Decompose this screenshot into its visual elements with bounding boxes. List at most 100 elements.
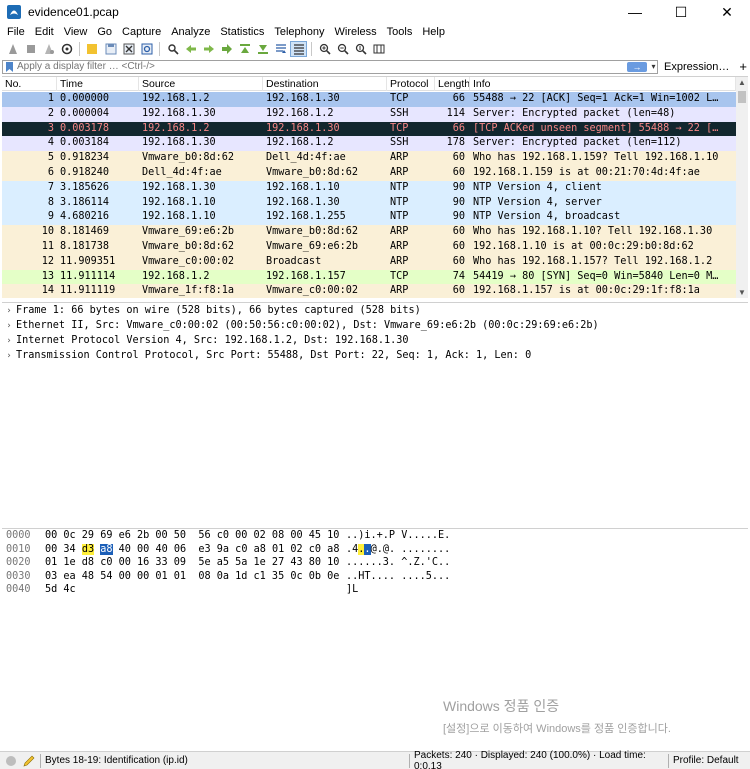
byte-group[interactable]: ]L <box>346 584 358 595</box>
expand-arrow-icon[interactable]: › <box>2 306 16 316</box>
expert-info-icon[interactable] <box>4 754 18 768</box>
menu-view[interactable]: View <box>59 26 93 38</box>
packet-row[interactable]: 1 0.000000 192.168.1.2 192.168.1.30 TCP 66 554… <box>2 92 736 107</box>
scroll-up-icon[interactable]: ▲ <box>736 77 748 89</box>
packet-row[interactable]: 2 0.000004 192.168.1.30 192.168.1.2 SSH 114 Se… <box>2 106 736 122</box>
apply-filter-button[interactable]: → <box>627 61 647 72</box>
last-packet-icon[interactable] <box>254 41 271 57</box>
packet-row[interactable]: 11 8.181738 Vmware_b0:8d:62 Vmware_69:e6:2b… <box>2 239 736 255</box>
byte-group[interactable]: 40 00 40 06 e3 9a c0 a8 01 02 c0 a8 <box>113 544 340 555</box>
byte-group[interactable]: 00 34 <box>45 544 82 555</box>
byte-group[interactable]: ......3. ^.Z.'C.. <box>346 557 450 568</box>
packet-row[interactable]: 7 3.185626 192.168.1.30 192.168.1.10 NTP 90 NT… <box>2 180 736 196</box>
byte-group[interactable]: 5d 4c <box>45 584 76 595</box>
column-header-info[interactable]: Info <box>470 77 736 91</box>
display-filter-field[interactable]: → ▾ <box>2 59 658 74</box>
packet-row[interactable]: 12 11.909351 Vmware_c0:00:02 Broadcast ARP 60… <box>2 254 736 270</box>
zoom-out-icon[interactable] <box>334 41 351 57</box>
status-profile[interactable]: Profile: Default <box>673 755 739 766</box>
minimize-button[interactable]: — <box>612 0 658 24</box>
filter-bookmark-icon[interactable] <box>5 61 14 72</box>
expand-arrow-icon[interactable]: › <box>2 321 16 331</box>
display-filter-input[interactable] <box>17 60 627 73</box>
bytes-row[interactable]: 0040 5d 4c]L <box>2 583 748 597</box>
go-to-packet-icon[interactable] <box>218 41 235 57</box>
zoom-in-icon[interactable] <box>316 41 333 57</box>
byte-group[interactable]: ..)i.+.P V.....E. <box>346 530 450 541</box>
menu-edit[interactable]: Edit <box>30 26 59 38</box>
bytes-row[interactable]: 0030 03 ea 48 54 00 00 01 01 08 0a 1d c1 … <box>2 570 748 584</box>
maximize-button[interactable]: ☐ <box>658 0 704 24</box>
packet-list-scrollbar[interactable]: ▲ ▼ <box>736 77 748 298</box>
byte-group[interactable]: ..HT.... ....5... <box>346 571 450 582</box>
highlighted-byte[interactable]: a8 <box>100 543 113 555</box>
menu-go[interactable]: Go <box>92 26 117 38</box>
menu-analyze[interactable]: Analyze <box>166 26 215 38</box>
close-button[interactable]: ✕ <box>704 0 750 24</box>
packet-row[interactable]: 8 3.186114 192.168.1.10 192.168.1.30 NTP 90 NT… <box>2 195 736 211</box>
detail-ipv4[interactable]: › Internet Protocol Version 4, Src: 192.… <box>2 333 748 348</box>
first-packet-icon[interactable] <box>236 41 253 57</box>
column-header-no[interactable]: No. <box>2 77 57 91</box>
colorize-icon[interactable] <box>290 41 307 57</box>
detail-frame[interactable]: › Frame 1: 66 bytes on wire (528 bits), … <box>2 303 748 318</box>
expression-button[interactable]: Expression… <box>664 61 729 73</box>
menu-statistics[interactable]: Statistics <box>215 26 269 38</box>
cell-info: 55488 → 22 [ACK] Seq=1 Ack=1 Win=1002 L… <box>473 93 719 104</box>
column-header-source[interactable]: Source <box>139 77 263 91</box>
reload-file-icon[interactable] <box>138 41 155 57</box>
packet-row[interactable]: 3 0.003178 192.168.1.2 192.168.1.30 TCP 66 [TC… <box>2 121 736 137</box>
filter-history-dropdown[interactable]: ▾ <box>649 61 658 73</box>
expand-arrow-icon[interactable]: › <box>2 351 16 361</box>
byte-group[interactable]: 00 0c 29 69 e6 2b 00 50 56 c0 00 02 08 0… <box>45 530 339 541</box>
bytes-hex: 01 1e d8 c0 00 16 33 09 5e a5 5a 1e 27 4… <box>40 556 346 570</box>
open-file-icon[interactable] <box>84 41 101 57</box>
add-filter-button[interactable]: + <box>739 59 747 74</box>
packet-row[interactable]: 10 8.181469 Vmware_69:e6:2b Vmware_b0:8d:62… <box>2 225 736 240</box>
menu-help[interactable]: Help <box>417 26 450 38</box>
normal-size-icon[interactable] <box>352 41 369 57</box>
capture-options-icon[interactable] <box>58 41 75 57</box>
expand-arrow-icon[interactable]: › <box>2 336 16 346</box>
restart-capture-icon[interactable] <box>40 41 57 57</box>
packet-row[interactable]: 5 0.918234 Vmware_b0:8d:62 Dell_4d:4f:ae ARP… <box>2 151 736 166</box>
bytes-row[interactable]: 0000 00 0c 29 69 e6 2b 00 50 56 c0 00 02 … <box>2 529 748 543</box>
autoscroll-icon[interactable] <box>272 41 289 57</box>
cell-length: 60 <box>452 152 465 164</box>
menu-capture[interactable]: Capture <box>117 26 166 38</box>
find-packet-icon[interactable] <box>164 41 181 57</box>
packet-row[interactable]: 9 4.680216 192.168.1.10 192.168.1.255 NTP 90 N… <box>2 210 736 226</box>
close-file-icon[interactable] <box>120 41 137 57</box>
edit-comment-icon[interactable] <box>22 754 36 768</box>
detail-tcp[interactable]: › Transmission Control Protocol, Src Por… <box>2 348 748 363</box>
menu-tools[interactable]: Tools <box>382 26 418 38</box>
column-header-protocol[interactable]: Protocol <box>387 77 435 91</box>
scroll-thumb[interactable] <box>738 91 746 103</box>
column-header-time[interactable]: Time <box>57 77 139 91</box>
highlighted-byte[interactable]: d3 <box>81 543 95 555</box>
detail-ethernet[interactable]: › Ethernet II, Src: Vmware_c0:00:02 (00:… <box>2 318 748 333</box>
column-header-length[interactable]: Length <box>435 77 470 91</box>
scroll-down-icon[interactable]: ▼ <box>736 287 748 298</box>
packet-row[interactable]: 13 11.911114 192.168.1.2 192.168.1.157 TCP 74… <box>2 269 736 285</box>
go-back-icon[interactable] <box>182 41 199 57</box>
byte-group[interactable]: 03 ea 48 54 00 00 01 01 08 0a 1d c1 35 0… <box>45 571 339 582</box>
menu-wireless[interactable]: Wireless <box>330 26 382 38</box>
bytes-row[interactable]: 0010 00 34 d3 a8 40 00 40 06 e3 9a c0 a8 … <box>2 543 748 557</box>
start-capture-icon[interactable] <box>4 41 21 57</box>
menu-file[interactable]: File <box>2 26 30 38</box>
packet-row[interactable]: 14 11.911119 Vmware_1f:f8:1a Vmware_c0:00:0… <box>2 284 736 298</box>
resize-columns-icon[interactable] <box>370 41 387 57</box>
byte-group[interactable]: @.@. ........ <box>371 544 451 555</box>
byte-group[interactable]: .4 <box>346 544 358 555</box>
byte-group[interactable]: 01 1e d8 c0 00 16 33 09 5e a5 5a 1e 27 4… <box>45 557 339 568</box>
packet-row[interactable]: 6 0.918240 Dell_4d:4f:ae Vmware_b0:8d:62 ARP… <box>2 165 736 181</box>
stop-capture-icon[interactable] <box>22 41 39 57</box>
menu-telephony[interactable]: Telephony <box>269 26 329 38</box>
packet-row[interactable]: 4 0.003184 192.168.1.30 192.168.1.2 SSH 178 Se… <box>2 136 736 152</box>
windows-activation-watermark: Windows 정품 인증 [설정]으로 이동하여 Windows를 정품 인증… <box>443 696 671 736</box>
column-header-destination[interactable]: Destination <box>263 77 387 91</box>
go-forward-icon[interactable] <box>200 41 217 57</box>
save-file-icon[interactable] <box>102 41 119 57</box>
bytes-row[interactable]: 0020 01 1e d8 c0 00 16 33 09 5e a5 5a 1e … <box>2 556 748 570</box>
